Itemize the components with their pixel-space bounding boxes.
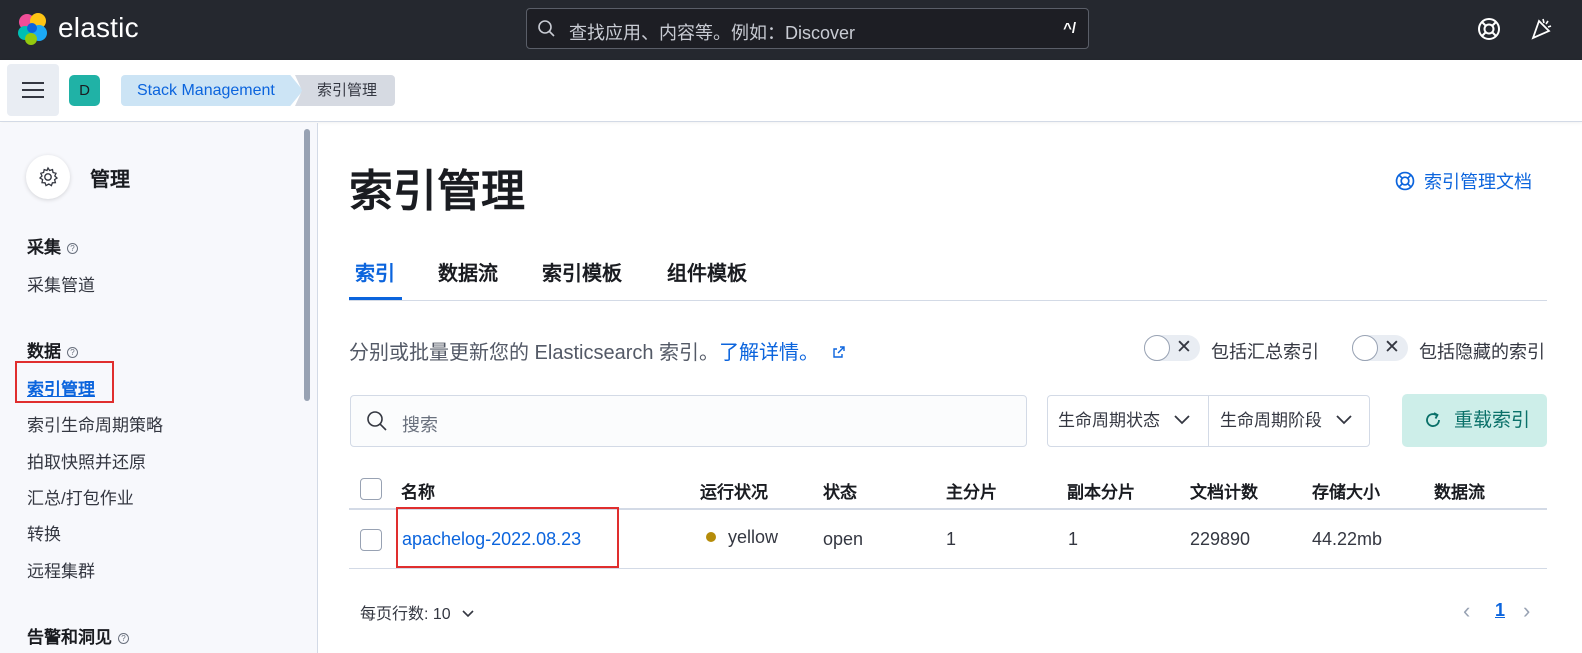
column-status[interactable]: 状态 [823, 478, 857, 503]
highlight-box [396, 507, 619, 568]
sidebar-group-ingest: 采集? [27, 233, 78, 258]
health-cell: yellow [706, 527, 778, 548]
health-dot-icon [706, 532, 716, 542]
sidebar-title: 管理 [90, 169, 130, 191]
column-storage-size[interactable]: 存储大小 [1312, 478, 1380, 503]
search-icon [537, 19, 557, 44]
rows-per-page-selector[interactable]: 每页行数: 10 [360, 600, 475, 624]
include-rollup-label: 包括汇总索引 [1211, 342, 1319, 362]
tab-indices[interactable]: 索引 [355, 257, 395, 286]
management-sidebar: 管理 采集? 采集管道 数据? 索引管理 索引生命周期策略 拍取快照并还原 汇总… [0, 123, 318, 653]
column-replicas[interactable]: 副本分片 [1067, 478, 1135, 503]
sub-header: D Stack Management 索引管理 [0, 60, 1582, 122]
pagination-next-icon[interactable]: › [1523, 598, 1530, 624]
question-icon: ? [67, 243, 78, 254]
top-header: elastic 查找应用、内容等。例如：Discover ^/ [0, 0, 1582, 60]
status-cell: open [823, 529, 864, 549]
breadcrumb-stack-management[interactable]: Stack Management [121, 75, 303, 106]
refresh-icon [1426, 412, 1440, 427]
question-icon: ? [118, 633, 129, 644]
primaries-cell: 1 [946, 529, 957, 549]
replicas-cell: 1 [1068, 529, 1079, 549]
docs-count-cell: 229890 [1190, 529, 1251, 549]
index-management-tabs: 索引 数据流 索引模板 组件模板 [349, 251, 1547, 301]
help-icon [1395, 171, 1415, 191]
page-title: 索引管理 [349, 167, 525, 216]
question-icon: ? [67, 347, 78, 358]
reload-indices-button[interactable]: 重载索引 [1402, 394, 1547, 447]
lifecycle-filters: 生命周期状态 生命周期阶段 [1047, 395, 1370, 447]
close-icon: ✕ [1176, 337, 1192, 358]
storage-size-cell: 44.22mb [1312, 529, 1383, 549]
include-rollup-toggle[interactable]: ✕ [1144, 335, 1200, 361]
elastic-logo-icon[interactable] [16, 12, 50, 46]
sidebar-item-transforms[interactable]: 转换 [27, 520, 61, 545]
global-search-input[interactable]: 查找应用、内容等。例如：Discover ^/ [526, 8, 1089, 49]
close-icon: ✕ [1384, 337, 1400, 358]
brand-name[interactable]: elastic [58, 12, 139, 44]
column-primaries[interactable]: 主分片 [946, 478, 997, 503]
search-placeholder: 搜索 [402, 415, 438, 435]
column-name[interactable]: 名称 [401, 478, 435, 503]
sidebar-item-ilm-policies[interactable]: 索引生命周期策略 [27, 411, 163, 436]
include-hidden-label: 包括隐藏的索引 [1419, 342, 1545, 362]
highlight-box [15, 361, 114, 403]
sidebar-item-rollup-jobs[interactable]: 汇总/打包作业 [27, 484, 134, 509]
sidebar-item-remote-clusters[interactable]: 远程集群 [27, 557, 95, 582]
help-icon[interactable] [1476, 16, 1502, 47]
menu-toggle-button[interactable] [7, 64, 59, 116]
breadcrumb-index-management: 索引管理 [295, 75, 395, 106]
sidebar-group-alerts-insights: 告警和洞见? [27, 623, 129, 648]
tab-data-streams[interactable]: 数据流 [438, 257, 498, 286]
column-data-stream[interactable]: 数据流 [1434, 478, 1485, 503]
page-description: 分别或批量更新您的 Elasticsearch 索引。了解详情。 [349, 336, 847, 365]
select-all-checkbox[interactable] [360, 478, 382, 500]
tab-index-templates[interactable]: 索引模板 [542, 257, 622, 286]
sidebar-item-ingest-pipelines[interactable]: 采集管道 [27, 271, 95, 296]
index-management-docs-link[interactable]: 索引管理文档 [1394, 168, 1532, 194]
sidebar-group-data: 数据? [27, 337, 78, 362]
column-health[interactable]: 运行状况 [700, 478, 768, 503]
gear-icon [26, 155, 70, 199]
newsfeed-icon[interactable] [1529, 15, 1555, 46]
search-placeholder: 查找应用、内容等。例如：Discover [569, 23, 856, 43]
include-hidden-toggle[interactable]: ✕ [1352, 335, 1408, 361]
space-avatar[interactable]: D [69, 75, 100, 106]
tab-selected-indicator [349, 297, 402, 300]
pagination-page[interactable]: 1 [1495, 600, 1505, 621]
index-search-input[interactable]: 搜索 [350, 395, 1027, 447]
column-docs-count[interactable]: 文档计数 [1190, 478, 1258, 503]
search-shortcut: ^/ [1063, 20, 1076, 37]
chevron-down-icon [462, 610, 474, 618]
sidebar-scrollbar[interactable] [304, 129, 310, 401]
search-icon [367, 411, 387, 431]
sidebar-item-snapshot-restore[interactable]: 拍取快照并还原 [27, 448, 146, 473]
learn-more-link[interactable]: 了解详情。 [719, 342, 819, 364]
chevron-down-icon [1336, 415, 1352, 425]
row-checkbox[interactable] [360, 529, 382, 551]
pagination-prev-icon[interactable]: ‹ [1463, 598, 1470, 624]
lifecycle-status-filter[interactable]: 生命周期状态 [1058, 396, 1191, 446]
table-header: 名称 运行状况 状态 主分片 副本分片 文档计数 存储大小 数据流 [349, 466, 1547, 510]
lifecycle-phase-filter[interactable]: 生命周期阶段 [1220, 396, 1353, 446]
tab-component-templates[interactable]: 组件模板 [667, 257, 747, 286]
chevron-down-icon [1174, 415, 1190, 425]
external-link-icon [832, 346, 845, 358]
